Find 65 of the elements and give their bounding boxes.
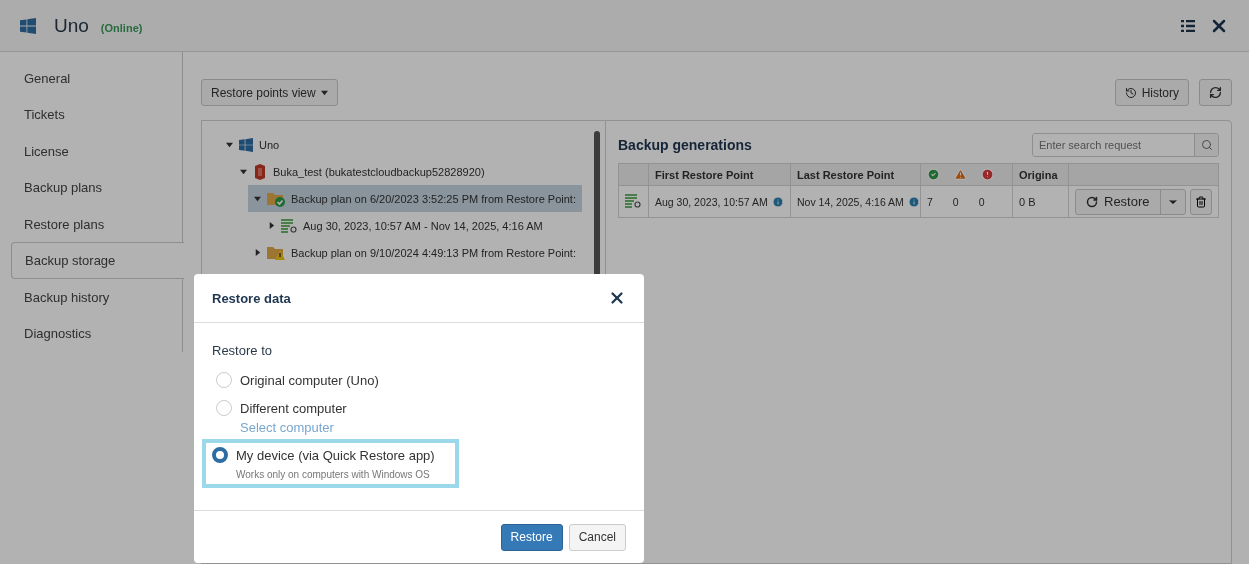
cancel-button[interactable]: Cancel [568,523,626,551]
restore-split-button[interactable]: Restore [1075,188,1186,215]
info-icon[interactable] [771,195,784,208]
tree-item[interactable]: Backup plan on 9/10/2024 4:49:13 PM from Restore Point: [248,239,582,266]
table-header: Origina [1012,163,1069,186]
generation-list-icon [625,193,641,208]
caret-icon[interactable] [268,222,275,229]
history-icon [1124,86,1137,99]
delete-button[interactable] [1189,188,1212,215]
sidebar-item[interactable]: Restore plans [0,205,182,243]
generation-list-icon [281,218,297,233]
storage-bucket-icon [253,163,267,180]
view-dropdown[interactable]: Restore points view [201,79,338,106]
option-note: Works only on computers with Windows OS [236,469,431,480]
caret-icon[interactable] [254,249,261,256]
folder-check-icon [267,190,285,207]
option-label: Different computer [240,400,347,416]
search-icon [1200,139,1213,151]
sidebar-item[interactable]: License [0,132,182,170]
caret-icon[interactable] [240,168,247,175]
table-cell: 0 B [1012,185,1069,218]
table-cell: Nov 14, 2025, 4:16 AM [790,185,921,218]
folder-warning-icon [267,244,285,261]
tree-item[interactable]: Aug 30, 2023, 10:57 AM - Nov 14, 2025, 4:16 AM [262,212,582,239]
warning-icon [954,168,967,181]
tree-item[interactable]: Uno [220,131,582,158]
table-cell: 7 0 0 [920,185,1013,218]
sidebar-item[interactable]: Tickets [0,96,182,133]
online-status: (Online) [100,21,143,34]
search-button[interactable] [1194,134,1218,156]
error-icon [981,168,994,181]
trash-icon [1194,195,1207,208]
history-button[interactable]: History [1114,79,1189,106]
search-field[interactable]: Enter search request [1032,133,1219,157]
info-icon[interactable] [907,195,920,208]
radio-button[interactable] [212,447,228,463]
table-header: First Restore Point [648,163,791,186]
option-label: My device (via Quick Restore app) [236,447,435,463]
list-view-icon[interactable] [1181,19,1195,32]
tree-item[interactable]: Buka_test (bukatestcloudbackup52828920) [234,158,582,185]
restore-button[interactable]: Restore [1076,189,1161,214]
windows-logo-icon [20,17,36,34]
caret-icon[interactable] [226,141,233,148]
close-icon[interactable] [608,289,626,307]
sidebar-item[interactable]: Backup storage [11,242,184,280]
sidebar-item[interactable]: Diagnostics [0,315,182,353]
table-cell: Aug 30, 2023, 10:57 AM [648,185,791,218]
caret-icon[interactable] [320,89,328,96]
sidebar-item[interactable]: Backup history [0,279,182,316]
section-label: Restore to [212,343,273,358]
restore-button[interactable]: Restore [500,523,563,551]
success-icon [927,168,940,181]
table-header: Last Restore Point [790,163,921,186]
panel-title: Backup generations [618,137,752,153]
windows-logo-icon [239,137,253,152]
sidebar-item[interactable]: General [0,60,182,97]
restore-icon [1086,195,1098,208]
refresh-button[interactable] [1199,79,1232,106]
sidebar-item[interactable]: Backup plans [0,169,182,206]
refresh-icon [1209,86,1222,99]
tree-item[interactable]: Backup plan on 6/20/2023 3:52:25 PM from Restore Point: [248,185,582,212]
window-title: Uno [54,14,89,37]
dialog-title: Restore data [212,290,291,306]
caret-icon[interactable] [254,195,261,202]
option-label: Original computer (Uno) [240,372,379,388]
